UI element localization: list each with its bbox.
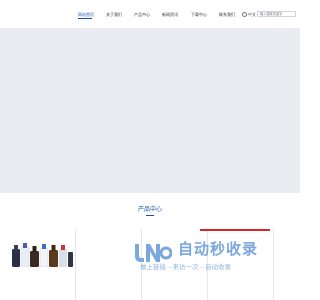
watermark-logo-icon [135, 244, 172, 262]
section-title-underline [146, 215, 154, 216]
main-nav: 网站首页 关于我们 产品中心 新闻资讯 下载中心 联系我们 中文 [0, 0, 300, 28]
site-header: 网站首页 关于我们 产品中心 新闻资讯 下载中心 联系我们 中文 [0, 0, 300, 28]
globe-icon [242, 12, 247, 18]
product-image-bottles [12, 243, 73, 267]
watermark-tagline: 做上链接→来访一次→自动收录 [140, 264, 231, 271]
language-label: 中文 [248, 12, 256, 17]
search-input[interactable] [257, 11, 296, 17]
hero-banner [0, 28, 300, 193]
watermark: 自动秒收录 做上链接→来访一次→自动收录 [130, 238, 300, 278]
section-title: 产品中心 [137, 207, 162, 213]
product-card-accent-bar [200, 229, 270, 231]
watermark-brand: 自动秒收录 [178, 241, 259, 258]
nav-item-products[interactable]: 产品中心 [134, 12, 150, 17]
nav-item-home[interactable]: 网站首页 [78, 12, 94, 17]
active-nav-indicator [78, 18, 92, 19]
nav-item-news[interactable]: 新闻资讯 [162, 12, 178, 17]
nav-item-about[interactable]: 关于我们 [106, 12, 122, 17]
nav-item-downloads[interactable]: 下载中心 [191, 12, 207, 17]
nav-item-contact[interactable]: 联系我们 [219, 12, 235, 17]
language-switch[interactable]: 中文 [242, 12, 256, 18]
